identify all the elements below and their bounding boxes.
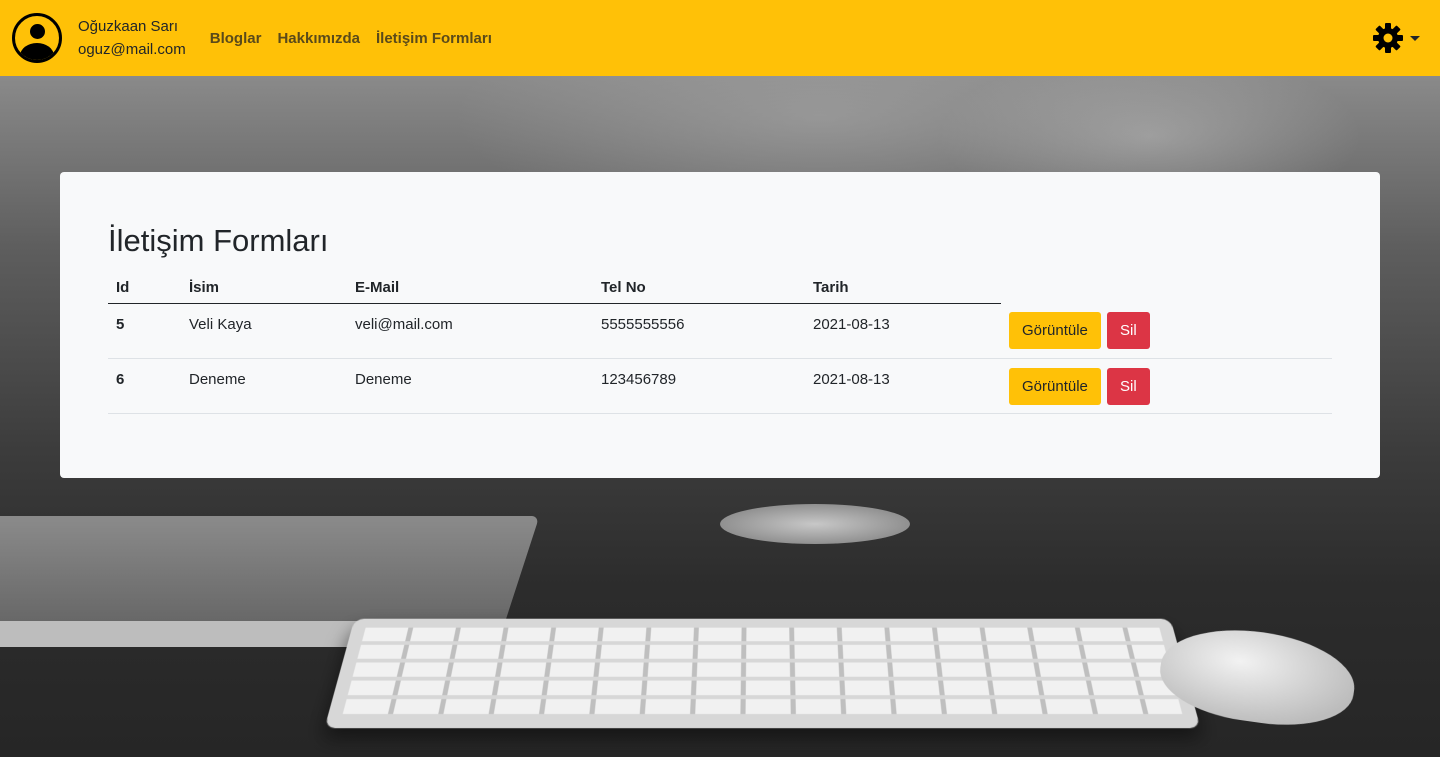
view-button[interactable]: Görüntüle [1009,367,1101,405]
delete-button[interactable]: Sil [1107,367,1150,405]
navbar: Oğuzkaan Sarı oguz@mail.com Bloglar Hakk… [0,0,1440,76]
delete-button[interactable]: Sil [1107,312,1150,349]
nav-link-bloglar[interactable]: Bloglar [210,30,262,47]
table-header-row: Id İsim E-Mail Tel No Tarih [108,272,1332,304]
gear-icon [1372,22,1404,54]
column-header-name: İsim [181,272,347,304]
column-header-phone: Tel No [593,272,805,304]
cell-actions: Görüntüle Sil [1001,303,1332,359]
cell-email: veli@mail.com [347,303,593,359]
cell-id: 5 [108,303,181,359]
cell-email: Deneme [347,358,593,414]
nav-link-iletisim-formlari[interactable]: İletişim Formları [376,30,492,47]
column-header-id: Id [108,272,181,304]
table-row: 6 Deneme Deneme 123456789 2021-08-13 Gör… [108,358,1332,414]
column-header-date: Tarih [805,272,1001,304]
background-bowl [720,504,910,544]
cell-name: Veli Kaya [181,303,347,359]
cell-phone: 123456789 [593,358,805,414]
nav-link-hakkimizda[interactable]: Hakkımızda [277,30,360,47]
column-header-email: E-Mail [347,272,593,304]
background-keyboard [324,618,1201,729]
user-name: Oğuzkaan Sarı [78,18,179,35]
column-header-actions [1001,272,1332,303]
contact-forms-card: İletişim Formları Id İsim E-Mail Tel No … [60,172,1380,478]
view-button[interactable]: Görüntüle [1009,312,1101,349]
cell-name: Deneme [181,358,347,414]
cell-id: 6 [108,358,181,414]
cell-actions: Görüntüle Sil [1001,358,1332,414]
avatar-icon[interactable] [12,13,62,63]
settings-dropdown[interactable] [1372,22,1420,54]
cell-phone: 5555555556 [593,303,805,359]
table-row: 5 Veli Kaya veli@mail.com 5555555556 202… [108,303,1332,359]
cell-date: 2021-08-13 [805,358,1001,414]
page-title: İletişim Formları [108,223,329,258]
user-email: oguz@mail.com [78,41,186,58]
user-info: Oğuzkaan Sarı oguz@mail.com [78,15,186,61]
nav-links: Bloglar Hakkımızda İletişim Formları [210,30,508,47]
contact-forms-table: Id İsim E-Mail Tel No Tarih 5 Veli Kaya … [108,272,1332,414]
chevron-down-icon [1410,35,1420,41]
cell-date: 2021-08-13 [805,303,1001,359]
